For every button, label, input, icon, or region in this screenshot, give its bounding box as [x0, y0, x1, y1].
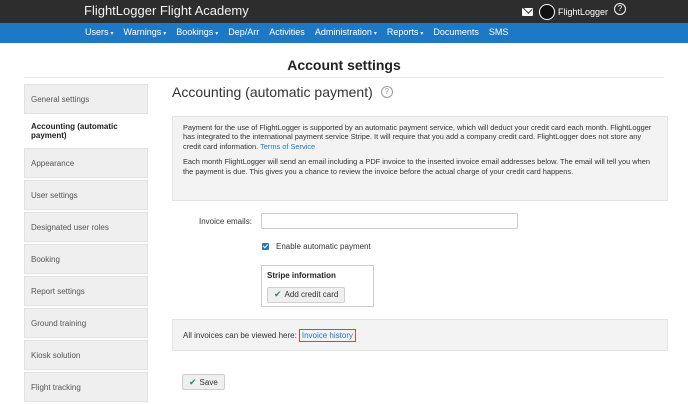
sidebar-item-kiosk-solution[interactable]: Kiosk solution [24, 340, 148, 370]
nav-item-label: Activities [269, 27, 305, 37]
chevron-down-icon: ▾ [110, 31, 114, 37]
nav-item-warnings[interactable]: Warnings ▾ [124, 27, 167, 37]
sidebar-item-report-settings[interactable]: Report settings [24, 276, 148, 306]
sidebar-item-flight-tracking[interactable]: Flight tracking [24, 372, 148, 402]
nav-item-label: Administration [314, 27, 372, 37]
sidebar-item-label: Designated user roles [31, 222, 109, 232]
enable-payment-checkbox[interactable] [262, 243, 269, 250]
sidebar-item-ground-training[interactable]: Ground training [24, 308, 148, 338]
info-text-1: Payment for the use of FlightLogger is s… [183, 123, 652, 151]
invoice-panel: All invoices can be viewed here: Invoice… [172, 319, 668, 351]
check-icon: ✔ [189, 376, 197, 387]
help-icon[interactable]: ? [380, 86, 393, 98]
invoice-emails-input[interactable] [261, 213, 518, 229]
sidebar-item-appearance[interactable]: Appearance [24, 148, 148, 178]
invoices-text: All invoices can be viewed here: [183, 330, 297, 340]
user-area: FlightLogger ? [521, 3, 626, 20]
top-bar: FlightLogger Flight Academy FlightLogger… [0, 0, 688, 23]
nav-item-administration[interactable]: Administration ▾ [315, 27, 377, 37]
enable-payment-row[interactable]: Enable automatic payment [262, 242, 371, 251]
sidebar-item-label: User settings [31, 190, 78, 200]
nav-item-activities[interactable]: Activities [269, 27, 305, 37]
nav-item-label: Documents [433, 27, 479, 37]
nav-item-label: Dep/Arr [228, 27, 260, 37]
nav-item-users[interactable]: Users ▾ [85, 27, 114, 37]
nav-item-reports[interactable]: Reports ▾ [387, 27, 424, 37]
nav-item-sms[interactable]: SMS [489, 27, 509, 37]
page-title: Account settings [287, 57, 401, 73]
chevron-down-icon: ▾ [420, 31, 424, 37]
nav-item-bookings[interactable]: Bookings ▾ [176, 27, 218, 37]
help-icon[interactable]: ? [614, 3, 626, 15]
nav-item-label: Bookings [176, 27, 214, 37]
invoice-emails-row: Invoice emails: [172, 213, 668, 229]
nav-item-dep-arr[interactable]: Dep/Arr [228, 27, 259, 37]
avatar[interactable] [538, 4, 555, 20]
stripe-title: Stripe information [267, 271, 336, 280]
sidebar-item-label: Flight tracking [31, 382, 81, 392]
save-label: Save [199, 377, 218, 387]
nav-item-label: SMS [488, 27, 509, 37]
brand-name[interactable]: FlightLogger Flight Academy [84, 3, 249, 18]
info-paragraph-1: Payment for the use of FlightLogger is s… [183, 123, 657, 151]
sidebar-item-label: Report settings [31, 286, 85, 296]
sidebar-item-label: Accounting (automatic payment) [31, 122, 118, 140]
nav-items: Users ▾ Warnings ▾ Bookings ▾ Dep/Arr Activitie… [85, 27, 508, 37]
divider [24, 77, 664, 78]
main-nav: Users ▾ Warnings ▾ Bookings ▾ Dep/Arr Activitie… [0, 23, 688, 43]
enable-payment-label[interactable]: Enable automatic payment [276, 242, 371, 251]
sidebar-item-label: General settings [31, 94, 90, 104]
chevron-down-icon: ▾ [215, 31, 219, 37]
stripe-info-box: Stripe information ✔ Add credit card [261, 265, 374, 307]
nav-item-label: Warnings [123, 27, 162, 37]
sidebar-item-general-settings[interactable]: General settings [24, 84, 148, 114]
sidebar-item-label: Kiosk solution [31, 350, 81, 360]
sidebar-item-label: Appearance [31, 158, 75, 168]
sidebar-item-user-settings[interactable]: User settings [24, 180, 148, 210]
info-paragraph-2: Each month FlightLogger will send an ema… [183, 157, 650, 176]
nav-item-label: Reports [386, 27, 419, 37]
info-panel: Payment for the use of FlightLogger is s… [172, 116, 668, 201]
user-name[interactable]: FlightLogger [558, 7, 608, 17]
settings-content: Accounting (automatic payment) ? Payment… [172, 84, 668, 390]
add-credit-card-button[interactable]: ✔ Add credit card [267, 286, 346, 303]
nav-item-documents[interactable]: Documents [433, 27, 479, 37]
save-button[interactable]: ✔ Save [182, 374, 225, 390]
sidebar-item-designated-user-roles[interactable]: Designated user roles [24, 212, 148, 242]
settings-sidebar: General settings Accounting (automatic pa… [24, 84, 148, 404]
sidebar-item-label: Booking [31, 254, 60, 264]
mail-icon[interactable] [521, 8, 533, 16]
sidebar-item-accounting-automatic-payment[interactable]: Accounting (automatic payment) [24, 116, 148, 146]
chevron-down-icon: ▾ [163, 31, 167, 37]
invoice-emails-label: Invoice emails: [199, 217, 252, 226]
terms-link[interactable]: Terms of Service [260, 142, 315, 151]
chevron-down-icon: ▾ [373, 31, 377, 37]
check-icon: ✔ [274, 289, 282, 299]
section-title-text: Accounting (automatic payment) [172, 84, 373, 100]
invoice-history-link[interactable]: Invoice history [298, 328, 356, 342]
add-credit-card-label: Add credit card [284, 290, 339, 299]
nav-item-label: Users [85, 27, 109, 37]
sidebar-item-label: Ground training [31, 318, 87, 328]
section-title: Accounting (automatic payment) ? [172, 84, 668, 100]
sidebar-item-booking[interactable]: Booking [24, 244, 148, 274]
